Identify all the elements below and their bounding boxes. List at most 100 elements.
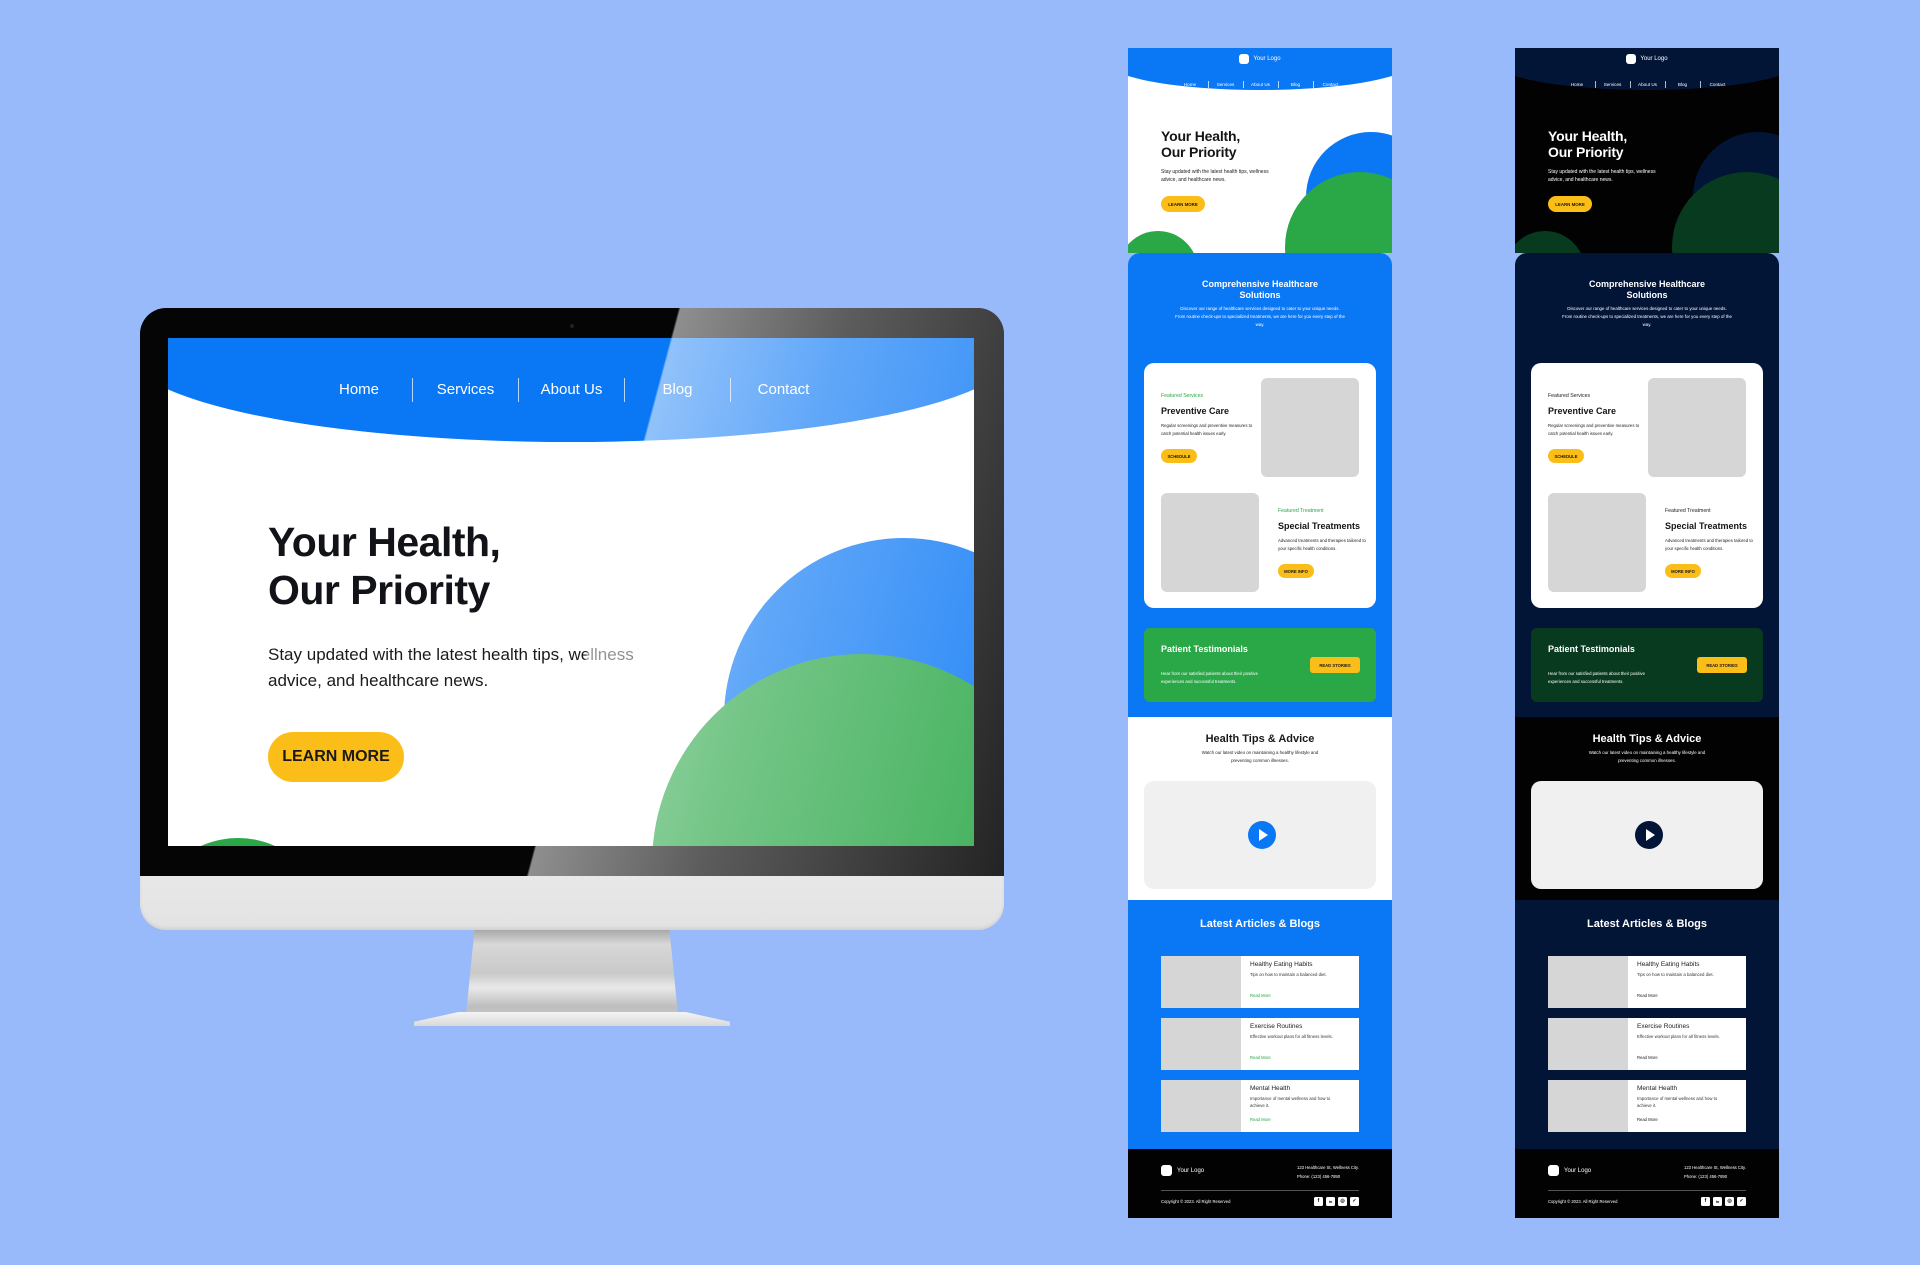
- footer-address: 123 Healthcare St, Wellness City. Phone:…: [1297, 1165, 1359, 1179]
- read-stories-button[interactable]: READ STORIES: [1310, 657, 1360, 673]
- blog-thumbnail: [1161, 1080, 1241, 1132]
- nav-blog[interactable]: Blog: [1664, 81, 1700, 88]
- blog-description: Effective workout plans for all fitness …: [1250, 1034, 1333, 1039]
- featured-title: Preventive Care: [1161, 406, 1230, 416]
- footer-address: 123 Healthcare St, Wellness City. Phone:…: [1684, 1165, 1746, 1179]
- copyright: Copyright © 2023. All Right Reserved: [1548, 1199, 1618, 1204]
- nav-home[interactable]: Home: [1173, 81, 1208, 88]
- read-more-link[interactable]: Read More: [1637, 993, 1658, 998]
- twitter-icon[interactable]: ✓: [1737, 1197, 1746, 1206]
- more-info-button[interactable]: MORE INFO: [1665, 564, 1701, 578]
- services-title: Comprehensive Healthcare Solutions: [1201, 279, 1319, 300]
- video-player[interactable]: [1144, 781, 1376, 889]
- services-title: Comprehensive Healthcare Solutions: [1588, 279, 1706, 300]
- blog-description: Effective workout plans for all fitness …: [1637, 1034, 1720, 1039]
- camera-icon: [570, 324, 574, 328]
- nav-services[interactable]: Services: [412, 378, 518, 402]
- logo[interactable]: Your Logo: [1128, 54, 1392, 64]
- schedule-button[interactable]: SCHEDULE: [1548, 449, 1584, 463]
- mobile-nav: Home Services About Us Blog Contact: [1128, 81, 1392, 88]
- nav-about-us[interactable]: About Us: [518, 378, 624, 402]
- hero-title: Your Health, Our Priority: [268, 519, 501, 613]
- desktop-nav: Home Services About Us Blog Contact: [168, 378, 974, 402]
- twitter-icon[interactable]: ✓: [1350, 1197, 1359, 1206]
- testimonials-banner: Patient Testimonials Hear from our satis…: [1531, 628, 1763, 702]
- tips-title: Health Tips & Advice: [1205, 733, 1315, 745]
- blog-item[interactable]: Mental Health Importance of mental welln…: [1161, 1080, 1359, 1132]
- facebook-icon[interactable]: f: [1701, 1197, 1710, 1206]
- nav-home[interactable]: Home: [306, 378, 412, 402]
- linkedin-icon[interactable]: in: [1326, 1197, 1335, 1206]
- blog-description: Importance of mental wellness and how to…: [1637, 1096, 1718, 1108]
- tips-section: Health Tips & Advice Watch our latest vi…: [1128, 717, 1392, 900]
- blog-item[interactable]: Mental Health Importance of mental welln…: [1548, 1080, 1746, 1132]
- blog-thumbnail: [1161, 956, 1241, 1008]
- blog-item[interactable]: Healthy Eating Habits Tips on how to mai…: [1161, 956, 1359, 1008]
- instagram-icon[interactable]: ◎: [1725, 1197, 1734, 1206]
- nav-contact[interactable]: Contact: [730, 378, 836, 402]
- featured-description: Regular screenings and preventive measur…: [1161, 423, 1253, 436]
- image-placeholder: [1548, 493, 1646, 592]
- blog-title: Mental Health: [1637, 1085, 1678, 1092]
- blogs-section: Latest Articles & Blogs Healthy Eating H…: [1515, 900, 1779, 1149]
- learn-more-button[interactable]: LEARN MORE: [268, 732, 404, 782]
- social-links: f in ◎ ✓: [1314, 1197, 1359, 1206]
- featured-description: Advanced treatments and therapies tailor…: [1665, 538, 1753, 551]
- nav-blog[interactable]: Blog: [1277, 81, 1313, 88]
- nav-contact[interactable]: Contact: [1312, 81, 1348, 88]
- desktop-screen: Home Services About Us Blog Contact Your…: [168, 338, 974, 846]
- blog-title: Healthy Eating Habits: [1637, 961, 1700, 968]
- blog-thumbnail: [1548, 1080, 1628, 1132]
- footer: Your Logo 123 Healthcare St, Wellness Ci…: [1515, 1149, 1779, 1218]
- featured-title: Preventive Care: [1548, 406, 1617, 416]
- schedule-button[interactable]: SCHEDULE: [1161, 449, 1197, 463]
- learn-more-button[interactable]: LEARN MORE: [1548, 196, 1592, 212]
- read-more-link[interactable]: Read More: [1637, 1055, 1658, 1060]
- nav-home[interactable]: Home: [1560, 81, 1595, 88]
- read-more-link[interactable]: Read More: [1250, 1055, 1271, 1060]
- footer-logo[interactable]: Your Logo: [1161, 1165, 1204, 1176]
- play-button[interactable]: [1248, 821, 1276, 849]
- facebook-icon[interactable]: f: [1314, 1197, 1323, 1206]
- read-stories-button[interactable]: READ STORIES: [1697, 657, 1747, 673]
- blog-item[interactable]: Exercise Routines Effective workout plan…: [1548, 1018, 1746, 1070]
- decor-circle-dark-green-small: [1515, 231, 1585, 253]
- featured-description: Regular screenings and preventive measur…: [1548, 423, 1640, 436]
- blog-title: Mental Health: [1250, 1085, 1291, 1092]
- nav-about-us[interactable]: About Us: [1242, 81, 1278, 88]
- footer-divider: [1548, 1190, 1746, 1191]
- footer-logo[interactable]: Your Logo: [1548, 1165, 1591, 1176]
- instagram-icon[interactable]: ◎: [1338, 1197, 1347, 1206]
- testimonials-description: Hear from our satisfied patients about t…: [1548, 671, 1645, 684]
- footer: Your Logo 123 Healthcare St, Wellness Ci…: [1128, 1149, 1392, 1218]
- more-info-button[interactable]: MORE INFO: [1278, 564, 1314, 578]
- blogs-section: Latest Articles & Blogs Healthy Eating H…: [1128, 900, 1392, 1149]
- read-more-link[interactable]: Read More: [1250, 993, 1271, 998]
- learn-more-button[interactable]: LEARN MORE: [1161, 196, 1205, 212]
- nav-contact[interactable]: Contact: [1699, 81, 1735, 88]
- desktop-monitor-mockup: Home Services About Us Blog Contact Your…: [140, 308, 1004, 1026]
- logo-icon: [1239, 54, 1250, 64]
- logo-text: Your Logo: [1253, 56, 1281, 62]
- logo[interactable]: Your Logo: [1515, 54, 1779, 64]
- nav-blog[interactable]: Blog: [624, 378, 730, 402]
- blog-description: Importance of mental wellness and how to…: [1250, 1096, 1331, 1108]
- featured-description: Advanced treatments and therapies tailor…: [1278, 538, 1366, 551]
- hero-title: Your Health, Our Priority: [1161, 128, 1241, 160]
- play-button[interactable]: [1635, 821, 1663, 849]
- blog-item[interactable]: Healthy Eating Habits Tips on how to mai…: [1548, 956, 1746, 1008]
- linkedin-icon[interactable]: in: [1713, 1197, 1722, 1206]
- nav-about-us[interactable]: About Us: [1629, 81, 1665, 88]
- decor-circle-green-small: [1128, 231, 1198, 253]
- image-placeholder: [1648, 378, 1746, 477]
- read-more-link[interactable]: Read More: [1637, 1117, 1658, 1122]
- featured-label: Featured Treatment: [1278, 508, 1324, 514]
- nav-services[interactable]: Services: [1594, 81, 1630, 88]
- monitor-bezel: Home Services About Us Blog Contact Your…: [140, 308, 1004, 876]
- blog-item[interactable]: Exercise Routines Effective workout plan…: [1161, 1018, 1359, 1070]
- tips-section: Health Tips & Advice Watch our latest vi…: [1515, 717, 1779, 900]
- video-player[interactable]: [1531, 781, 1763, 889]
- read-more-link[interactable]: Read More: [1250, 1117, 1271, 1122]
- nav-services[interactable]: Services: [1207, 81, 1243, 88]
- services-section: Comprehensive Healthcare Solutions Disco…: [1128, 253, 1392, 717]
